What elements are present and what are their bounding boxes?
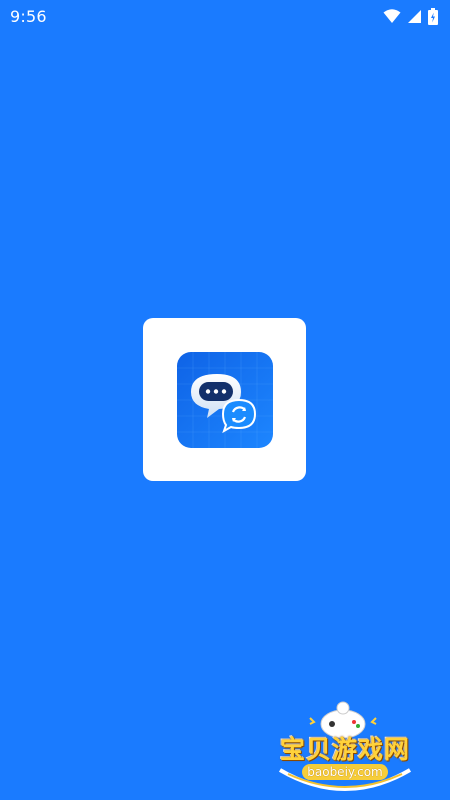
watermark-title: 宝贝游戏网 <box>270 730 420 766</box>
watermark-url: baobeiy.com <box>302 764 388 780</box>
app-logo-icon <box>177 352 273 448</box>
status-time: 9:56 <box>10 7 47 26</box>
wifi-icon <box>383 8 401 24</box>
cell-signal-icon <box>407 9 422 24</box>
battery-icon <box>428 8 438 25</box>
watermark: 宝贝游戏网 baobeiy.com <box>270 700 420 795</box>
status-bar: 9:56 <box>0 0 450 32</box>
status-icons <box>383 8 438 25</box>
splash-logo-card <box>143 318 306 481</box>
